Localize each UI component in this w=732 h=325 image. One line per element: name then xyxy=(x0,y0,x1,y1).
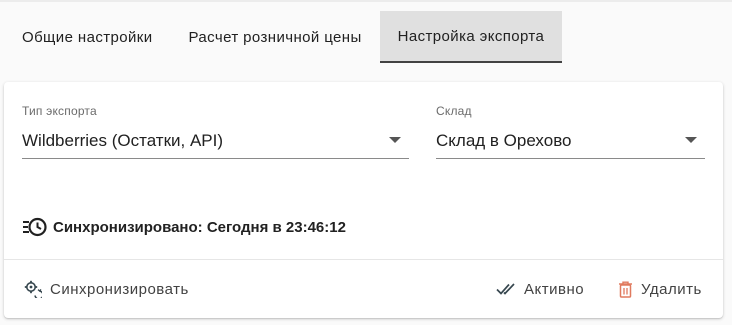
warehouse-select[interactable]: Склад Склад в Орехово xyxy=(436,104,705,159)
export-type-underline xyxy=(22,158,409,159)
top-divider xyxy=(0,0,732,2)
trash-icon xyxy=(618,281,633,298)
export-card: Тип экспорта Wildberries (Остатки, API) … xyxy=(4,82,723,318)
delete-button-label: Удалить xyxy=(641,280,702,298)
dropdown-arrow-icon[interactable] xyxy=(685,137,697,143)
active-toggle-button[interactable]: Активно xyxy=(496,273,584,305)
dropdown-arrow-icon[interactable] xyxy=(389,137,401,143)
double-check-icon xyxy=(496,282,516,296)
export-type-select[interactable]: Тип экспорта Wildberries (Остатки, API) xyxy=(22,104,409,159)
active-button-label: Активно xyxy=(524,280,585,298)
history-clock-icon xyxy=(22,216,47,238)
sync-button-label: Синхронизировать xyxy=(50,280,189,298)
tab-export-settings[interactable]: Настройка экспорта xyxy=(379,11,563,63)
sync-status-text: Синхронизировано: Сегодня в 23:46:12 xyxy=(53,218,346,236)
warehouse-label: Склад xyxy=(436,104,472,118)
sync-button[interactable]: Синхронизировать xyxy=(24,273,189,305)
card-divider xyxy=(4,259,723,260)
sync-settings-icon xyxy=(24,280,42,298)
settings-tabs: Общие настройки Расчет розничной цены На… xyxy=(4,11,563,63)
warehouse-value: Склад в Орехово xyxy=(436,131,572,150)
export-type-label: Тип экспорта xyxy=(22,104,97,118)
delete-button[interactable]: Удалить xyxy=(618,273,702,305)
sync-status: Синхронизировано: Сегодня в 23:46:12 xyxy=(22,216,346,238)
tab-retail-price[interactable]: Расчет розничной цены xyxy=(171,11,380,63)
tab-general-settings[interactable]: Общие настройки xyxy=(4,11,171,63)
export-type-value: Wildberries (Остатки, API) xyxy=(22,131,224,150)
export-settings-page: Общие настройки Расчет розничной цены На… xyxy=(0,0,732,325)
warehouse-underline xyxy=(436,158,705,159)
